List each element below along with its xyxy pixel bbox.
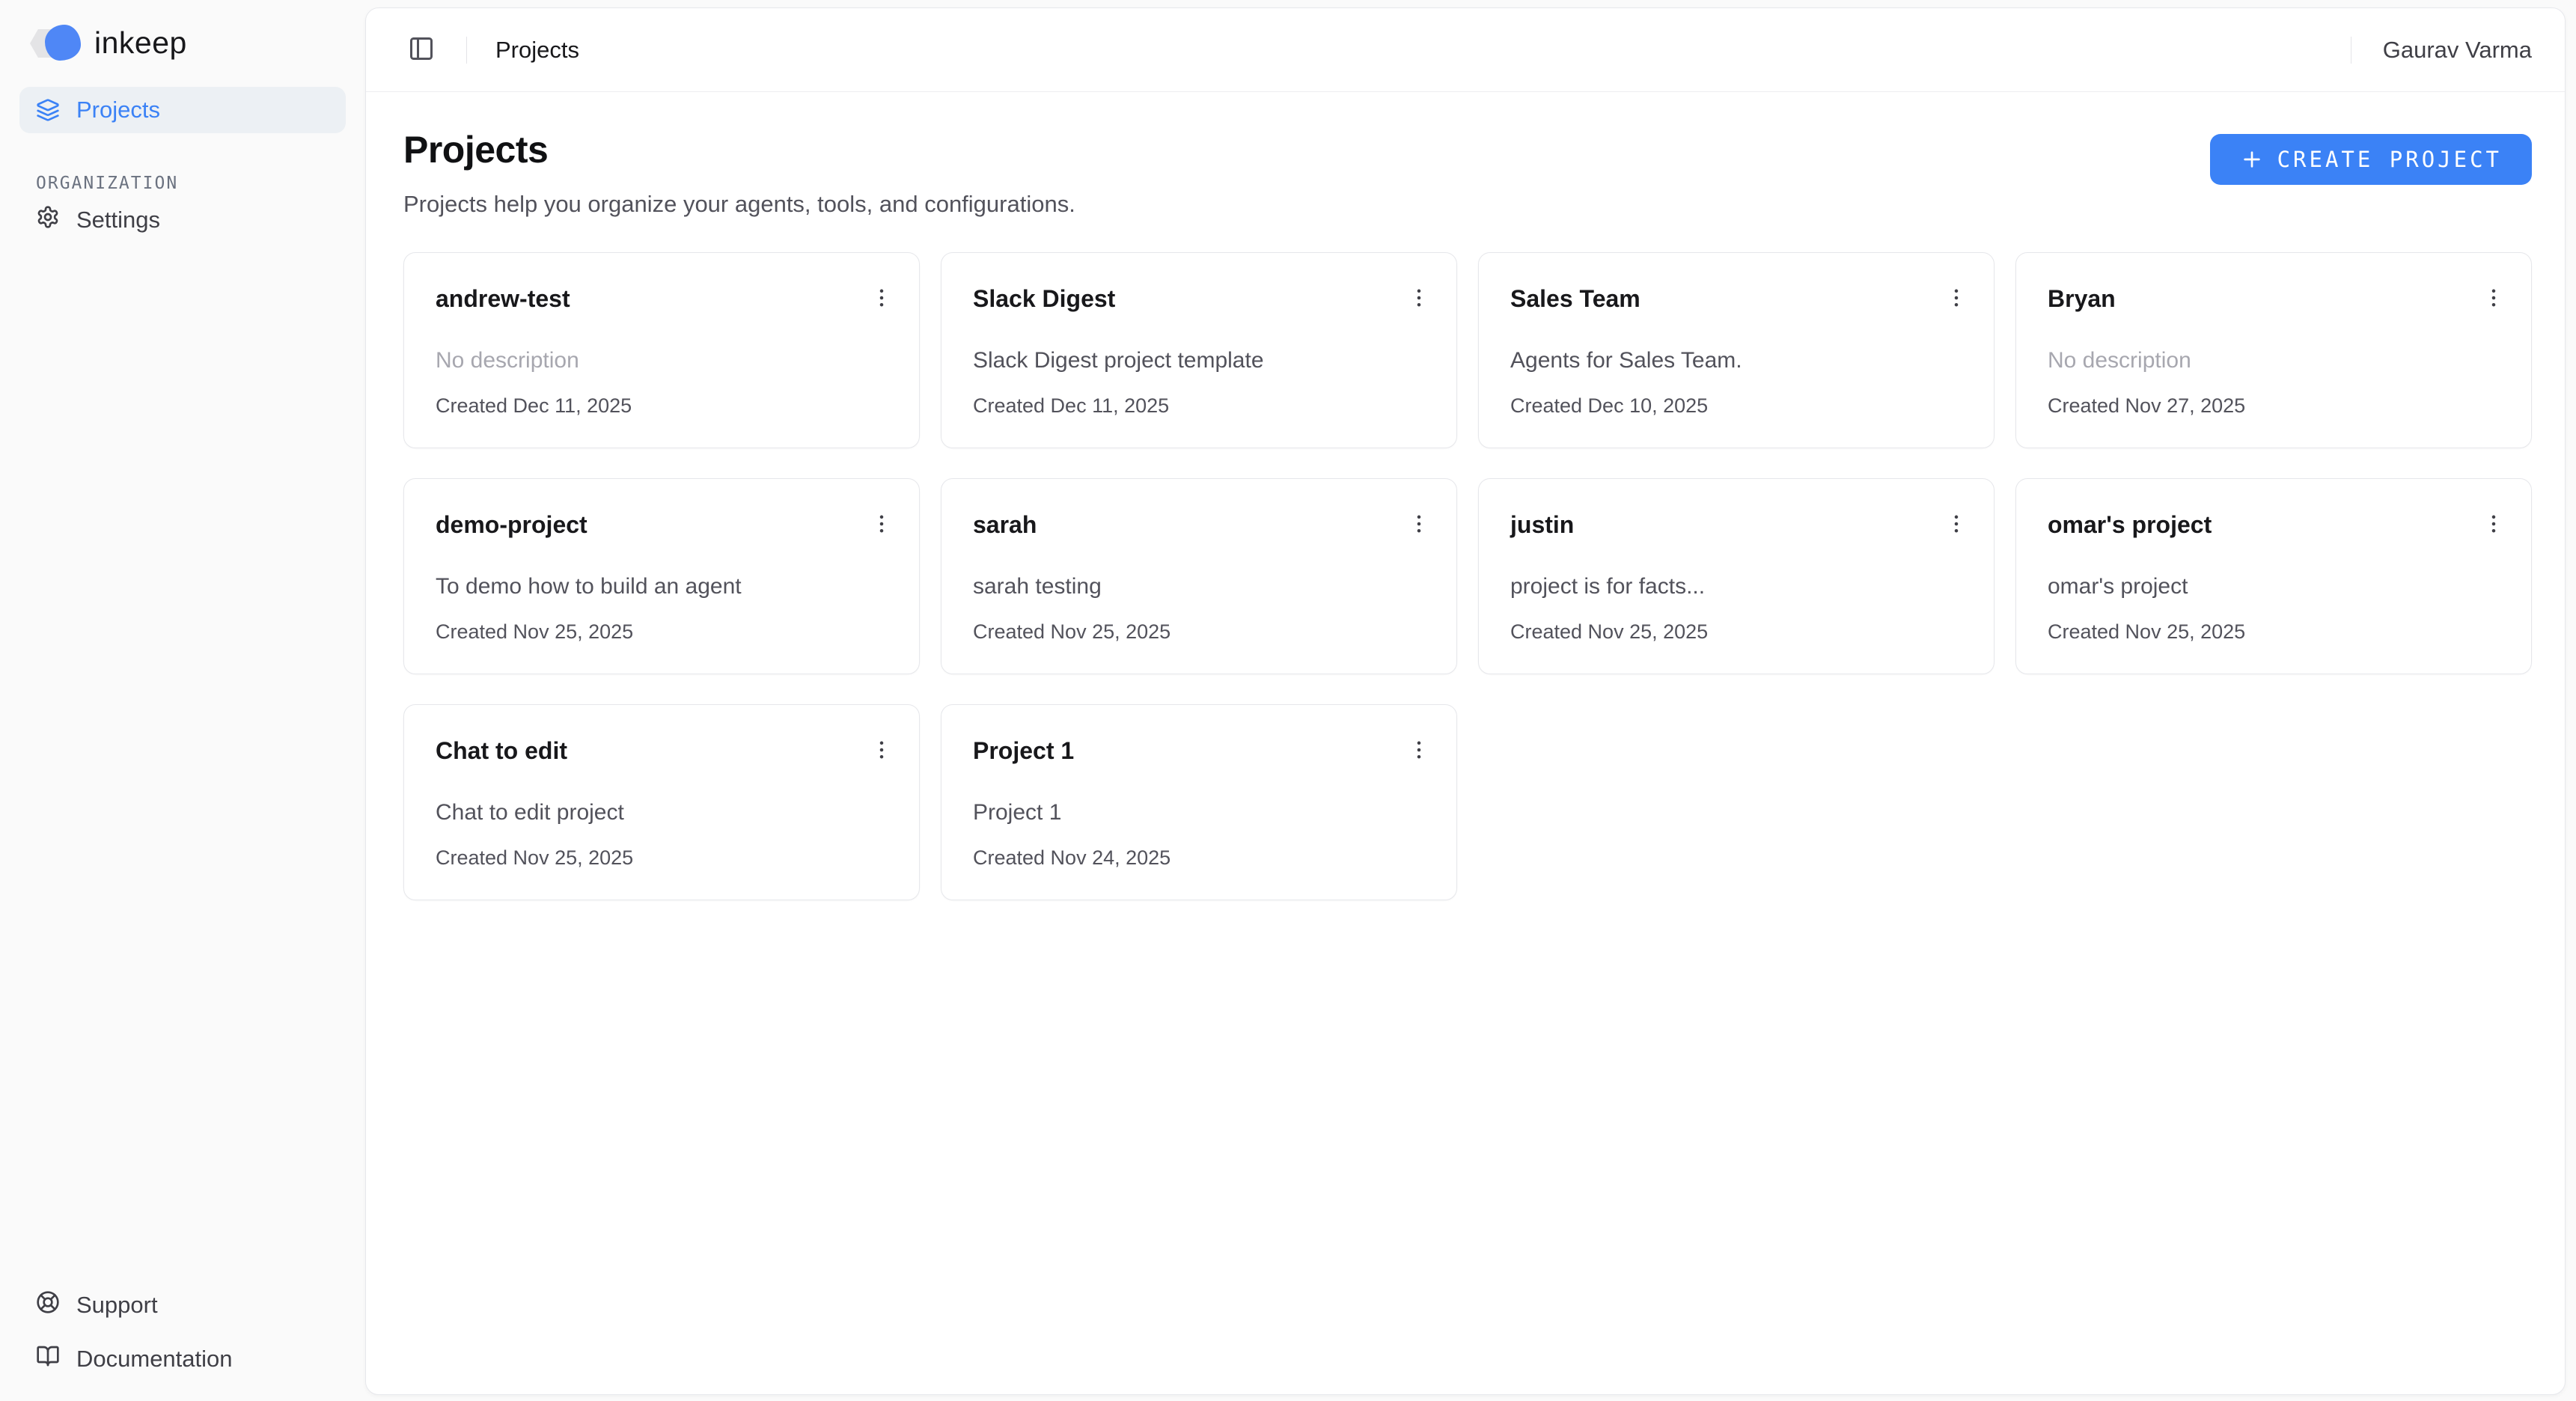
project-created-date: Created Nov 25, 2025 [436,846,900,870]
project-name: Chat to edit [436,738,567,764]
brand-name: inkeep [94,25,187,61]
project-name: sarah [973,512,1037,538]
project-description: No description [436,347,900,374]
kebab-menu-button[interactable] [864,506,900,542]
project-description: Agents for Sales Team. [1510,347,1974,374]
sidebar-item-settings[interactable]: Settings [19,196,346,244]
ellipsis-vertical-icon [1406,511,1432,537]
panel-left-icon [408,35,435,64]
project-name: omar's project [2048,512,2212,538]
kebab-menu-button[interactable] [864,732,900,768]
project-description: project is for facts... [1510,573,1974,600]
plus-icon [2240,147,2264,171]
brand-logo[interactable]: inkeep [19,19,346,87]
kebab-menu-button[interactable] [2476,280,2512,316]
book-open-icon [36,1344,60,1374]
sidebar-item-documentation[interactable]: Documentation [19,1335,346,1383]
ellipsis-vertical-icon [869,511,894,537]
project-card[interactable]: Sales Team Agents for Sales Team. Create… [1478,252,1994,448]
project-card[interactable]: justin project is for facts... Created N… [1478,478,1994,674]
create-project-label: CREATE PROJECT [2277,147,2502,172]
project-card[interactable]: demo-project To demo how to build an age… [403,478,920,674]
project-name: Slack Digest [973,286,1115,312]
main-panel: Projects Gaurav Varma Projects Projects … [365,7,2566,1395]
project-description: Slack Digest project template [973,347,1437,374]
sidebar-item-label: Settings [76,207,160,234]
project-created-date: Created Dec 11, 2025 [436,394,900,418]
project-card[interactable]: Slack Digest Slack Digest project templa… [941,252,1457,448]
kebab-menu-button[interactable] [864,280,900,316]
gear-icon [36,205,60,235]
project-name: Project 1 [973,738,1074,764]
project-created-date: Created Nov 25, 2025 [2048,620,2512,644]
kebab-menu-button[interactable] [1401,732,1437,768]
project-created-date: Created Nov 25, 2025 [973,620,1437,644]
project-created-date: Created Nov 27, 2025 [2048,394,2512,418]
topbar: Projects Gaurav Varma [366,8,2565,92]
project-name: justin [1510,512,1574,538]
kebab-menu-button[interactable] [1938,280,1974,316]
page-title: Projects [403,128,1075,171]
sidebar-item-label: Support [76,1292,158,1319]
ellipsis-vertical-icon [1944,511,1969,537]
sidebar-item-label: Projects [76,97,160,123]
ellipsis-vertical-icon [1406,285,1432,311]
project-card[interactable]: andrew-test No description Created Dec 1… [403,252,920,448]
project-created-date: Created Nov 24, 2025 [973,846,1437,870]
project-name: demo-project [436,512,587,538]
ellipsis-vertical-icon [869,285,894,311]
page-header: Projects Projects help you organize your… [366,92,2565,218]
project-name: andrew-test [436,286,570,312]
layers-icon [36,98,60,122]
project-description: sarah testing [973,573,1437,600]
project-card[interactable]: Chat to edit Chat to edit project Create… [403,704,920,900]
ellipsis-vertical-icon [1944,285,1969,311]
ellipsis-vertical-icon [869,737,894,763]
project-card[interactable]: Project 1 Project 1 Created Nov 24, 2025 [941,704,1457,900]
ellipsis-vertical-icon [1406,737,1432,763]
project-name: Sales Team [1510,286,1640,312]
sidebar: inkeep Projects ORGANIZATION Settings [0,0,365,1401]
sidebar-item-label: Documentation [76,1346,233,1373]
project-created-date: Created Nov 25, 2025 [436,620,900,644]
topbar-divider [466,37,467,64]
kebab-menu-button[interactable] [1938,506,1974,542]
project-created-date: Created Dec 10, 2025 [1510,394,1974,418]
page-subtitle: Projects help you organize your agents, … [403,191,1075,218]
inkeep-logo-icon [30,24,82,61]
project-description: omar's project [2048,573,2512,600]
sidebar-item-support[interactable]: Support [19,1281,346,1329]
project-card[interactable]: Bryan No description Created Nov 27, 202… [2015,252,2532,448]
kebab-menu-button[interactable] [2476,506,2512,542]
project-created-date: Created Dec 11, 2025 [973,394,1437,418]
project-card[interactable]: sarah sarah testing Created Nov 25, 2025 [941,478,1457,674]
project-card[interactable]: omar's project omar's project Created No… [2015,478,2532,674]
project-created-date: Created Nov 25, 2025 [1510,620,1974,644]
project-description: Project 1 [973,799,1437,826]
project-description: No description [2048,347,2512,374]
sidebar-item-projects[interactable]: Projects [19,87,346,133]
project-description: Chat to edit project [436,799,900,826]
ellipsis-vertical-icon [2481,511,2506,537]
sidebar-toggle-button[interactable] [403,31,439,69]
sidebar-footer: Support Documentation [19,1281,346,1389]
breadcrumb: Projects [495,37,579,64]
kebab-menu-button[interactable] [1401,506,1437,542]
life-buoy-icon [36,1290,60,1320]
kebab-menu-button[interactable] [1401,280,1437,316]
user-menu[interactable]: Gaurav Varma [2383,37,2532,64]
create-project-button[interactable]: CREATE PROJECT [2210,134,2532,185]
project-description: To demo how to build an agent [436,573,900,600]
sidebar-section-organization: ORGANIZATION [36,174,346,193]
project-name: Bryan [2048,286,2116,312]
ellipsis-vertical-icon [2481,285,2506,311]
projects-grid: andrew-test No description Created Dec 1… [366,252,2565,936]
